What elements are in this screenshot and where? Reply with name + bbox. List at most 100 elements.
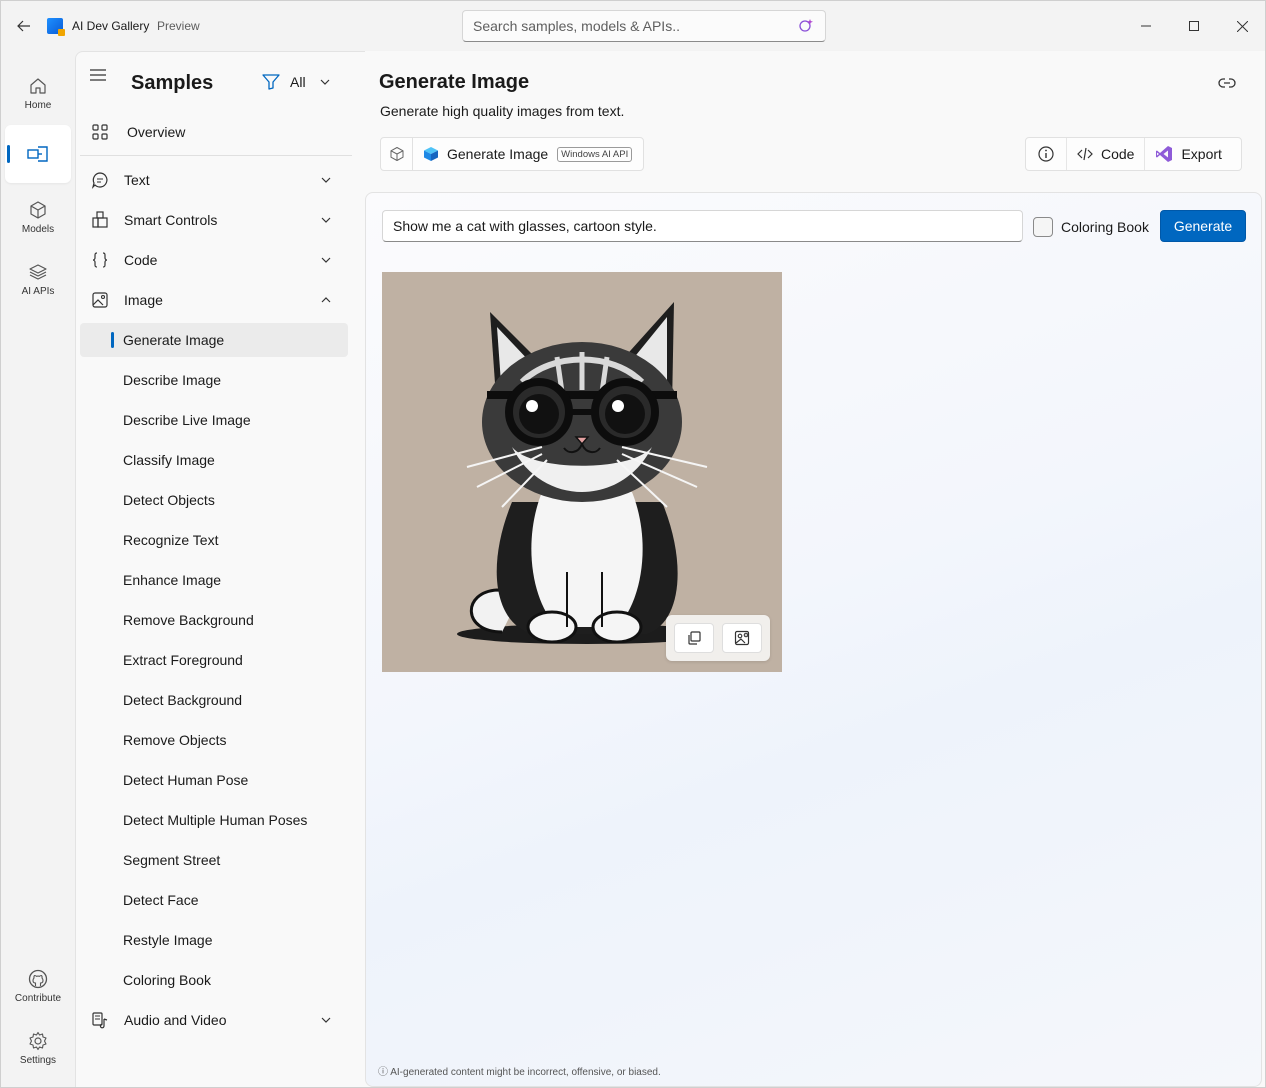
windows-ai-model-icon bbox=[424, 147, 438, 161]
sample-content: Generate Image Generate high quality ima… bbox=[365, 51, 1265, 1087]
nav-item-label: Extract Foreground bbox=[123, 652, 243, 668]
nav-item-classify-image[interactable]: Classify Image bbox=[80, 443, 348, 477]
filter-dropdown[interactable]: All bbox=[262, 74, 330, 90]
nav-item-detect-face[interactable]: Detect Face bbox=[80, 883, 348, 917]
maximize-button[interactable] bbox=[1171, 11, 1217, 41]
cube-icon bbox=[30, 200, 46, 219]
title-bar: AI Dev Gallery Preview bbox=[1, 1, 1265, 51]
nav-code-label: Code bbox=[124, 252, 158, 268]
nav-item-label: Generate Image bbox=[123, 332, 225, 348]
nav-item-describe-image[interactable]: Describe Image bbox=[80, 363, 348, 397]
cat-with-glasses-illustration bbox=[382, 272, 782, 672]
nav-item-detect-background[interactable]: Detect Background bbox=[80, 683, 348, 717]
nav-item-label: Enhance Image bbox=[123, 572, 222, 588]
back-button[interactable] bbox=[13, 16, 35, 36]
save-image-button[interactable] bbox=[722, 623, 762, 653]
chevron-down-icon bbox=[320, 79, 329, 85]
nav-item-label: Detect Multiple Human Poses bbox=[123, 812, 308, 828]
navigation-rail: Home Models AI APIs Contribute Settings bbox=[1, 51, 75, 1087]
rail-home[interactable]: Home bbox=[5, 64, 71, 122]
prompt-input[interactable] bbox=[382, 210, 1023, 242]
nav-item-label: Detect Background bbox=[123, 692, 243, 708]
page-title: Generate Image bbox=[379, 71, 530, 93]
nav-category-audio-video[interactable]: Audio and Video bbox=[80, 1002, 348, 1038]
ai-search-sparkle-icon[interactable] bbox=[797, 17, 815, 35]
info-icon bbox=[1038, 146, 1054, 162]
nav-item-segment-street[interactable]: Segment Street bbox=[80, 843, 348, 877]
filter-icon bbox=[262, 74, 280, 90]
export-button-label: Export bbox=[1181, 146, 1222, 162]
nav-item-label: Describe Image bbox=[123, 372, 222, 388]
nav-item-label: Remove Objects bbox=[123, 732, 227, 748]
code-button[interactable]: Code bbox=[1066, 138, 1144, 170]
close-button[interactable] bbox=[1219, 11, 1265, 41]
search-input[interactable] bbox=[473, 18, 797, 34]
nav-item-extract-foreground[interactable]: Extract Foreground bbox=[80, 643, 348, 677]
export-button[interactable]: Export bbox=[1144, 138, 1231, 170]
model-name: Generate Image bbox=[447, 146, 549, 162]
copy-image-button[interactable] bbox=[674, 623, 714, 653]
checkbox-box[interactable] bbox=[1033, 217, 1053, 237]
rail-models[interactable]: Models bbox=[5, 188, 71, 246]
code-icon bbox=[1077, 147, 1093, 161]
nav-smart-controls-label: Smart Controls bbox=[124, 212, 218, 228]
nav-category-image[interactable]: Image bbox=[80, 282, 348, 318]
rail-contribute-label: Contribute bbox=[14, 992, 62, 1004]
minimize-icon bbox=[1141, 25, 1151, 27]
rail-contribute[interactable]: Contribute bbox=[5, 957, 71, 1015]
nav-item-remove-objects[interactable]: Remove Objects bbox=[80, 723, 348, 757]
info-button[interactable] bbox=[1026, 138, 1066, 170]
nav-item-label: Detect Human Pose bbox=[123, 772, 249, 788]
copy-icon bbox=[688, 631, 701, 645]
nav-text-label: Text bbox=[124, 172, 150, 188]
app-title: AI Dev Gallery bbox=[72, 19, 150, 33]
model-selector[interactable]: Generate Image Windows AI API bbox=[380, 137, 644, 171]
nav-item-enhance-image[interactable]: Enhance Image bbox=[80, 563, 348, 597]
rail-home-label: Home bbox=[24, 99, 52, 111]
app-window: AI Dev Gallery Preview Home Models bbox=[0, 0, 1266, 1088]
image-toolbar bbox=[666, 615, 770, 661]
rail-ai-apis[interactable]: AI APIs bbox=[5, 250, 71, 308]
minimize-button[interactable] bbox=[1123, 11, 1169, 41]
nav-overview[interactable]: Overview bbox=[80, 114, 348, 150]
hamburger-icon bbox=[90, 69, 106, 81]
hamburger-menu-button[interactable] bbox=[90, 68, 108, 82]
grid-icon bbox=[91, 123, 109, 141]
rail-samples[interactable] bbox=[5, 125, 71, 183]
nav-item-label: Segment Street bbox=[123, 852, 221, 868]
nav-item-recognize-text[interactable]: Recognize Text bbox=[80, 523, 348, 557]
model-cube-icon bbox=[381, 138, 413, 170]
coloring-book-checkbox[interactable]: Coloring Book bbox=[1033, 217, 1149, 237]
nav-item-describe-live-image[interactable]: Describe Live Image bbox=[80, 403, 348, 437]
filter-label: All bbox=[290, 74, 306, 90]
nav-item-detect-human-pose[interactable]: Detect Human Pose bbox=[80, 763, 348, 797]
nav-item-restyle-image[interactable]: Restyle Image bbox=[80, 923, 348, 957]
nav-category-smart-controls[interactable]: Smart Controls bbox=[80, 202, 348, 238]
visual-studio-icon bbox=[1156, 146, 1173, 162]
generate-button[interactable]: Generate bbox=[1160, 210, 1246, 242]
nav-category-text[interactable]: Text bbox=[80, 162, 348, 198]
rail-settings-label: Settings bbox=[19, 1054, 57, 1066]
chevron-down-icon bbox=[320, 254, 332, 266]
nav-item-detect-objects[interactable]: Detect Objects bbox=[80, 483, 348, 517]
copy-link-button[interactable] bbox=[1217, 73, 1237, 93]
chevron-down-icon bbox=[320, 214, 332, 226]
sample-panel: Coloring Book Generate bbox=[365, 192, 1262, 1087]
nav-item-detect-multiple-human-poses[interactable]: Detect Multiple Human Poses bbox=[80, 803, 348, 837]
rail-settings[interactable]: Settings bbox=[5, 1019, 71, 1077]
nav-item-label: Coloring Book bbox=[123, 972, 211, 988]
back-arrow-icon bbox=[17, 20, 30, 32]
nav-category-code[interactable]: Code bbox=[80, 242, 348, 278]
braces-icon bbox=[91, 251, 109, 269]
generated-image bbox=[382, 272, 782, 672]
image-icon bbox=[91, 291, 109, 309]
gear-icon bbox=[29, 1031, 47, 1050]
nav-item-generate-image[interactable]: Generate Image bbox=[80, 323, 348, 357]
nav-item-coloring-book[interactable]: Coloring Book bbox=[80, 963, 348, 997]
search-box[interactable] bbox=[462, 10, 826, 42]
model-source-badge: Windows AI API bbox=[557, 146, 633, 162]
nav-item-remove-background[interactable]: Remove Background bbox=[80, 603, 348, 637]
audio-video-icon bbox=[91, 1011, 109, 1029]
nav-item-label: Classify Image bbox=[123, 452, 215, 468]
coloring-book-label: Coloring Book bbox=[1061, 219, 1149, 235]
